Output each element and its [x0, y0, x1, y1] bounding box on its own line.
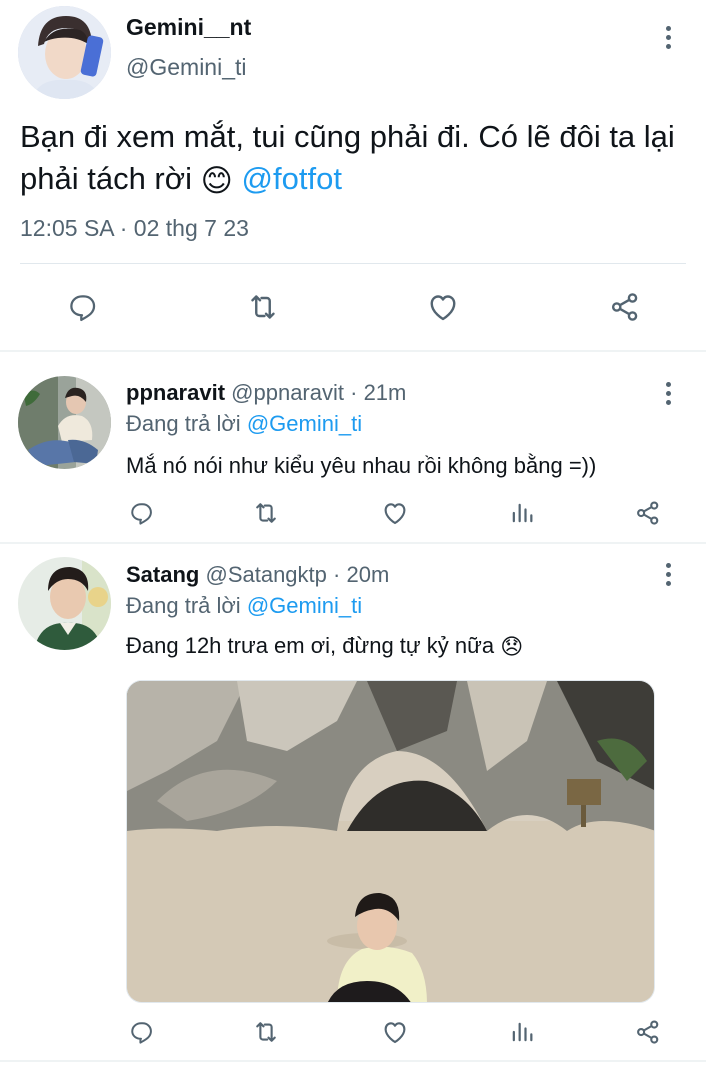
like-icon [384, 503, 406, 525]
analytics-icon [512, 503, 533, 523]
display-name[interactable]: Satang [126, 562, 199, 587]
avatar[interactable] [18, 557, 111, 650]
display-name[interactable]: ppnaravit [126, 380, 225, 405]
retweet-icon [251, 295, 275, 319]
like-icon [384, 1022, 406, 1044]
more-options-icon[interactable] [658, 17, 678, 57]
reply-body: Đang 12h trưa em ơi, đừng tự kỷ nữa [126, 633, 495, 658]
replying-prefix: Đang trả lời [126, 593, 241, 618]
reply-text: Mắ nó nói như kiểu yêu nhau rồi không bằ… [126, 453, 597, 478]
replying-to: Đang trả lời @Gemini_ti [126, 411, 362, 437]
smiling-emoji: 😊 [200, 162, 233, 198]
divider [20, 263, 686, 264]
retweet-button[interactable] [249, 496, 283, 530]
tweet-media-image[interactable] [126, 680, 655, 1003]
analytics-icon [512, 1022, 533, 1042]
tweet-body: Bạn đi xem mắt, tui cũng phải đi. Có lẽ … [20, 119, 675, 196]
reply-button[interactable] [124, 1015, 158, 1049]
avatar[interactable] [18, 376, 111, 469]
analytics-button[interactable] [505, 496, 539, 530]
reply-icon [131, 503, 152, 525]
section-separator [0, 350, 706, 352]
section-separator [0, 1060, 706, 1062]
like-button[interactable] [378, 496, 412, 530]
reply-time[interactable]: · 21m [350, 380, 406, 405]
user-handle[interactable]: @Gemini_ti [126, 54, 247, 81]
retweet-icon [256, 1022, 276, 1042]
avatar-image [18, 6, 111, 99]
replying-to: Đang trả lời @Gemini_ti [126, 593, 362, 619]
beach-photo [127, 681, 654, 1002]
replying-prefix: Đang trả lời [126, 411, 241, 436]
reply-header: Satang @Satangktp · 20m [126, 562, 389, 588]
reply-icon [70, 295, 96, 322]
tweet-timestamp[interactable]: 12:05 SA · 02 thg 7 23 [20, 215, 249, 242]
retweet-icon [256, 503, 276, 523]
replying-to-link[interactable]: @Gemini_ti [247, 411, 362, 436]
reply-icon [131, 1022, 152, 1044]
like-button[interactable] [421, 285, 465, 329]
reply-header: ppnaravit @ppnaravit · 21m [126, 380, 406, 406]
retweet-button[interactable] [249, 1015, 283, 1049]
like-button[interactable] [378, 1015, 412, 1049]
reply-text: Đang 12h trưa em ơi, đừng tự kỷ nữa 😞 [126, 633, 523, 660]
reply-button[interactable] [124, 496, 158, 530]
more-options-icon[interactable] [658, 554, 678, 594]
avatar-image [18, 557, 111, 650]
share-button[interactable] [603, 285, 647, 329]
display-name[interactable]: Gemini__nt [126, 14, 251, 41]
replying-to-link[interactable]: @Gemini_ti [247, 593, 362, 618]
share-icon [637, 1020, 659, 1044]
share-button[interactable] [631, 496, 665, 530]
like-icon [430, 295, 456, 321]
reply-button[interactable] [60, 285, 104, 329]
tweet-text: Bạn đi xem mắt, tui cũng phải đi. Có lẽ … [20, 116, 700, 202]
section-separator [0, 542, 706, 544]
user-handle[interactable]: @ppnaravit [231, 380, 344, 405]
avatar[interactable] [18, 6, 111, 99]
user-handle[interactable]: @Satangktp [205, 562, 326, 587]
retweet-button[interactable] [241, 285, 285, 329]
share-icon [611, 293, 638, 321]
avatar-image [18, 376, 111, 469]
analytics-button[interactable] [505, 1015, 539, 1049]
more-options-icon[interactable] [658, 373, 678, 413]
disappointed-emoji: 😞 [500, 634, 524, 660]
share-icon [637, 501, 659, 525]
reply-time[interactable]: · 20m [333, 562, 389, 587]
mention-link[interactable]: @fotfot [242, 161, 342, 196]
share-button[interactable] [631, 1015, 665, 1049]
